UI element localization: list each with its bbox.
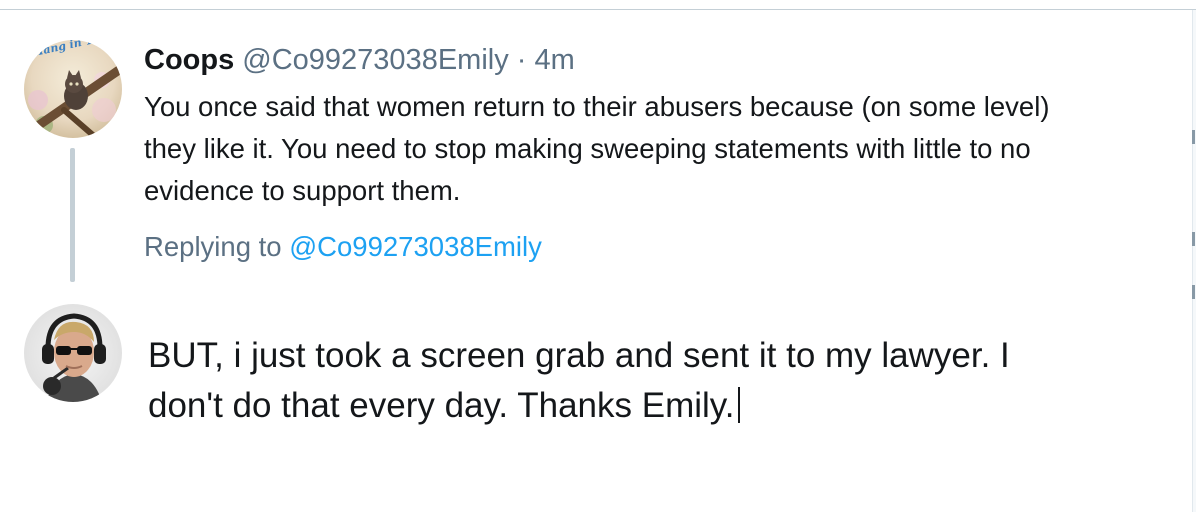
composer-user-avatar[interactable] xyxy=(24,304,122,402)
scrollbar[interactable] xyxy=(1192,10,1196,512)
scrollbar-mark xyxy=(1192,232,1195,246)
kitten-in-tree-photo: Hang in There! xyxy=(24,40,122,138)
author-handle[interactable]: @Co99273038Emily xyxy=(242,44,508,76)
thread-connector-line xyxy=(70,148,75,282)
replying-to-mention-link[interactable]: @Co99273038Emily xyxy=(289,231,542,262)
dialog-top-border xyxy=(0,0,1196,10)
replying-to-label: Replying to xyxy=(144,231,282,262)
man-with-headphones-photo xyxy=(24,304,122,402)
tweet-timestamp[interactable]: 4m xyxy=(535,44,575,76)
author-display-name[interactable]: Coops xyxy=(144,44,234,76)
scrollbar-mark xyxy=(1192,285,1195,299)
replying-to-context: Replying to @Co99273038Emily xyxy=(144,229,542,265)
reply-compose-textarea[interactable]: BUT, i just took a screen grab and sent … xyxy=(148,331,1148,431)
text-cursor xyxy=(738,387,741,423)
parent-tweet-avatar[interactable]: Hang in There! xyxy=(24,40,122,138)
parent-tweet-text: You once said that women return to their… xyxy=(144,91,1050,206)
reply-draft-text: BUT, i just took a screen grab and sent … xyxy=(148,336,1010,425)
reply-dialog: Hang in There! Coops @Co99273038Emily · … xyxy=(0,0,1196,512)
scrollbar-mark xyxy=(1192,130,1195,144)
header-separator: · xyxy=(516,44,527,76)
parent-tweet-header: Coops @Co99273038Emily · 4m xyxy=(144,42,575,78)
